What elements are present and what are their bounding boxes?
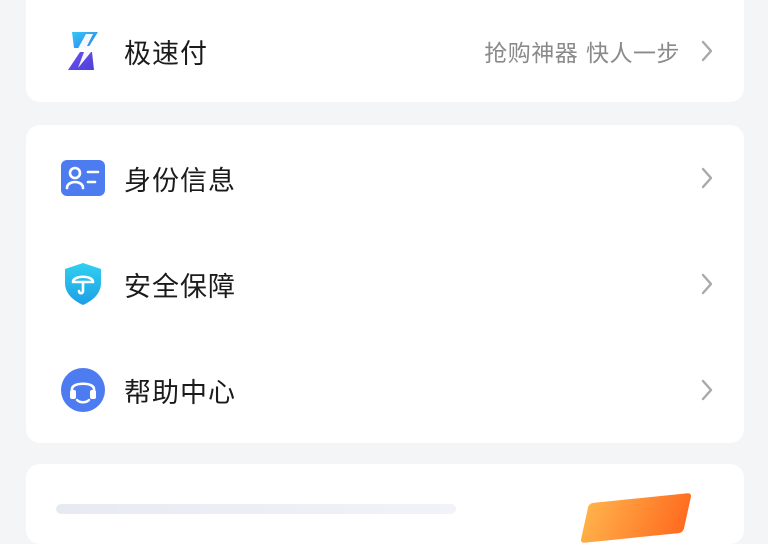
quick-pay-row[interactable]: 极速付 抢购神器 快人一步 [26, 0, 744, 102]
chevron-right-icon [698, 377, 716, 403]
banner-text-placeholder [56, 504, 456, 514]
menu-item-security[interactable]: 安全保障 [26, 231, 744, 337]
quick-pay-hint: 抢购神器 快人一步 [484, 41, 680, 67]
chevron-right-icon [698, 38, 716, 64]
chevron-right-icon [698, 271, 716, 297]
chevron-right-icon [698, 165, 716, 191]
shield-umbrella-icon [60, 261, 106, 307]
quick-pay-card: 极速付 抢购神器 快人一步 [26, 0, 744, 102]
menu-item-identity[interactable]: 身份信息 [26, 125, 744, 231]
banner-graphic [580, 492, 692, 544]
menu-item-label: 安全保障 [124, 271, 236, 303]
menu-item-label: 帮助中心 [124, 377, 236, 409]
lightning-icon [60, 28, 106, 74]
menu-item-label: 身份信息 [124, 165, 236, 197]
quick-pay-label: 极速付 [124, 38, 208, 70]
promo-banner-card[interactable] [26, 464, 744, 544]
menu-card: 身份信息 安全保障 帮助中心 [26, 125, 744, 443]
headset-icon [60, 367, 106, 413]
id-card-icon [60, 155, 106, 201]
menu-item-help[interactable]: 帮助中心 [26, 337, 744, 443]
